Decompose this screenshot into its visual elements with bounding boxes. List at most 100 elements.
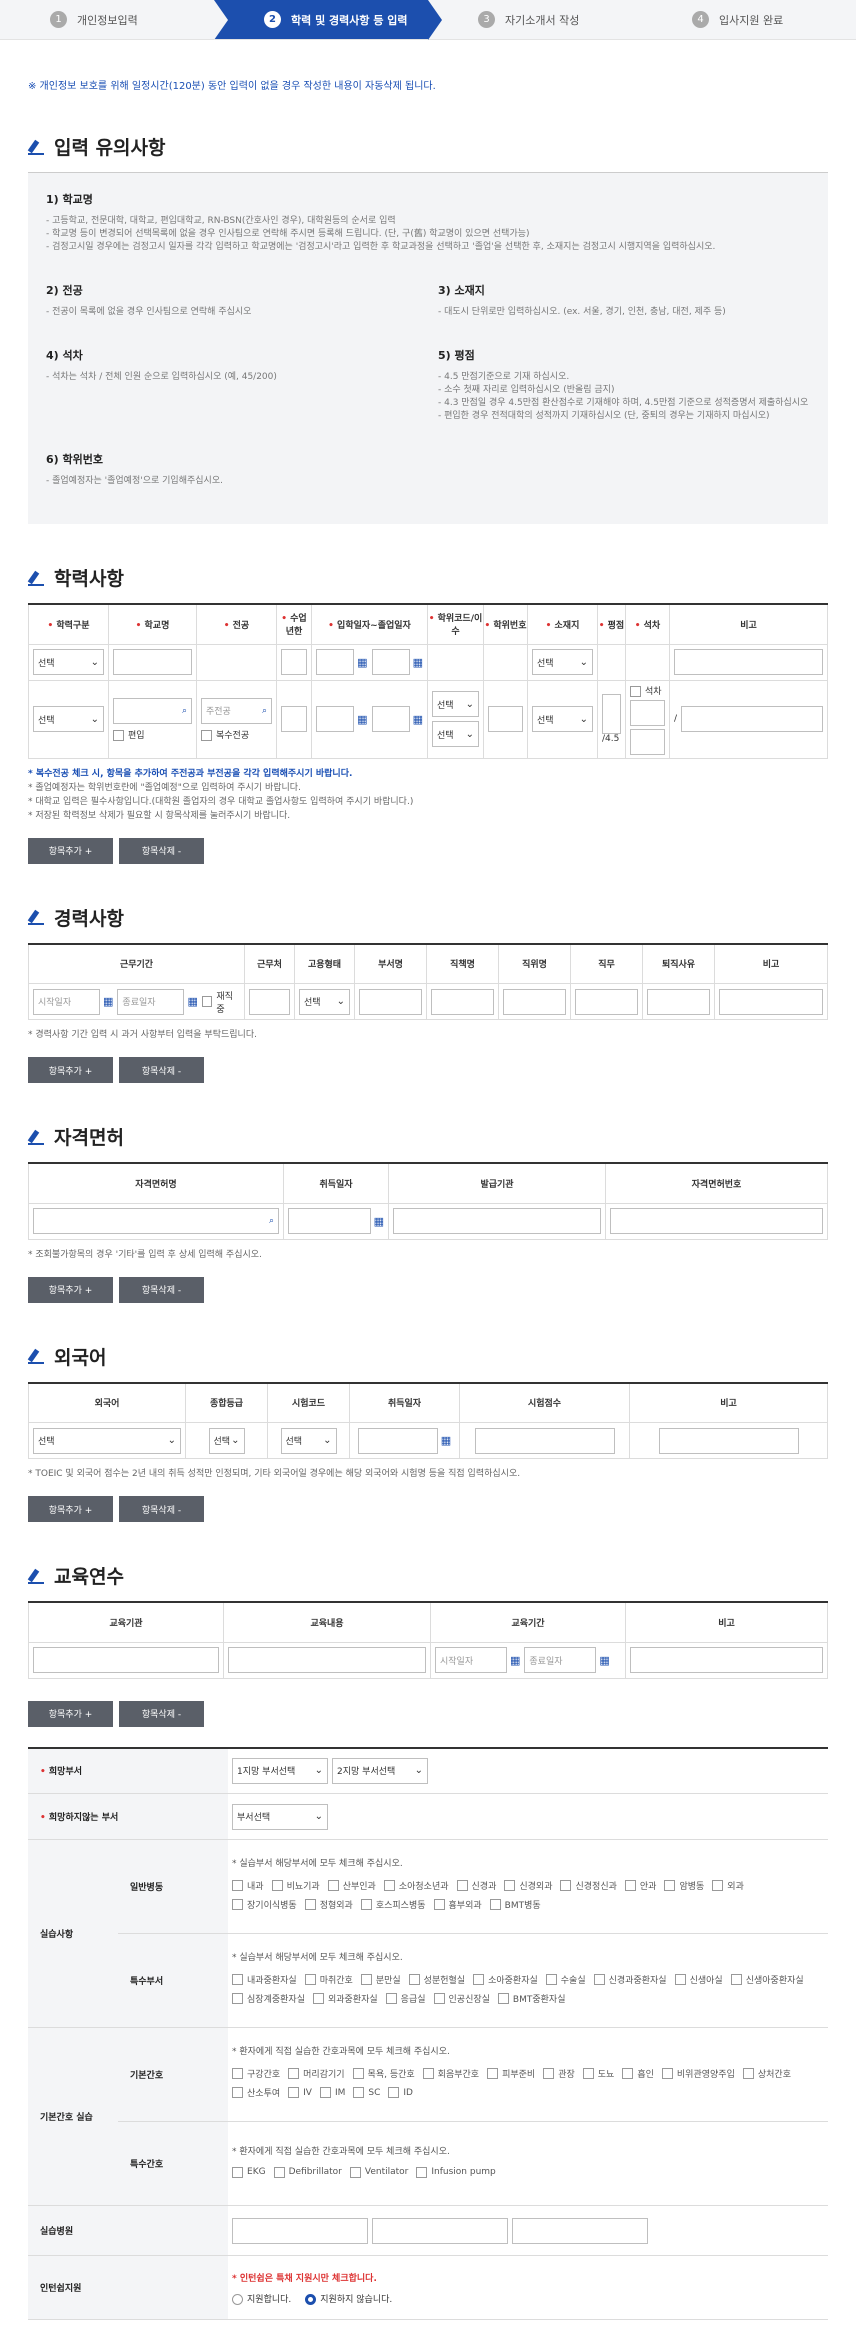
hospital-input-3[interactable] <box>512 2217 649 2244</box>
add-lang-button[interactable]: 항목추가 + <box>28 1496 113 1522</box>
degree-select[interactable]: 선택 <box>432 691 479 717</box>
checkbox[interactable] <box>304 1974 316 1985</box>
workplace-input[interactable] <box>249 988 290 1015</box>
practice-option[interactable]: 내과중환자실 <box>232 1973 297 1986</box>
hospital-input-1[interactable] <box>232 2217 369 2244</box>
practice-option[interactable]: Infusion pump <box>416 2166 496 2178</box>
practice-option[interactable]: 산소투여 <box>232 2086 280 2099</box>
checkbox[interactable] <box>433 1899 445 1910</box>
entry-date[interactable] <box>316 706 355 732</box>
career-remark-input[interactable] <box>719 988 823 1015</box>
practice-option[interactable]: 피부준비 <box>487 2067 535 2080</box>
practice-option[interactable]: 목욕, 등간호 <box>352 2067 415 2080</box>
training-end[interactable]: 종료일자 <box>524 1647 597 1673</box>
checkbox[interactable] <box>489 1899 501 1910</box>
checkbox[interactable] <box>473 1974 485 1985</box>
add-career-button[interactable]: 항목추가 + <box>28 1057 113 1083</box>
practice-option[interactable]: 외과중환자실 <box>312 1992 378 2005</box>
practice-option[interactable]: 머리감기기 <box>288 2067 345 2080</box>
double-major-checkbox[interactable] <box>201 729 212 741</box>
checkbox[interactable] <box>232 1974 244 1985</box>
school-input[interactable] <box>113 649 192 675</box>
school-search[interactable]: ⌕ <box>113 697 192 724</box>
calendar-icon[interactable]: ▦ <box>441 1434 451 1447</box>
checkbox[interactable] <box>593 1974 605 1985</box>
checkbox[interactable] <box>497 1993 509 2004</box>
calendar-icon[interactable]: ▦ <box>374 1215 384 1228</box>
checkbox[interactable] <box>742 2068 754 2079</box>
practice-option[interactable]: IM <box>319 2087 345 2098</box>
calendar-icon[interactable]: ▦ <box>357 656 367 669</box>
region-select[interactable]: 선택 <box>532 649 593 675</box>
checkbox[interactable] <box>232 1899 244 1910</box>
license-search[interactable]: ⌕ <box>33 1208 279 1234</box>
grad-date[interactable] <box>371 706 410 732</box>
checkbox[interactable] <box>582 2068 594 2079</box>
checkbox[interactable] <box>422 2068 434 2079</box>
practice-option[interactable]: 신생아중환자실 <box>730 1973 804 1986</box>
rank-checkbox[interactable] <box>630 685 641 697</box>
practice-option[interactable]: 회음부간호 <box>422 2067 479 2080</box>
practice-option[interactable]: 외과 <box>712 1879 744 1892</box>
degree-no-input[interactable] <box>488 706 523 732</box>
language-select[interactable]: 선택 <box>33 1427 181 1454</box>
practice-option[interactable]: 호스피스병동 <box>360 1898 426 1911</box>
years-input[interactable] <box>281 706 307 732</box>
practice-option[interactable]: Defibrillator <box>273 2166 342 2178</box>
practice-option[interactable]: 흡인 <box>622 2067 654 2080</box>
practice-option[interactable]: SC <box>353 2087 380 2098</box>
region-select[interactable]: 선택 <box>532 706 593 732</box>
practice-option[interactable]: BMT병동 <box>489 1898 541 1911</box>
practice-option[interactable]: 인공신장실 <box>433 1992 490 2005</box>
department-input[interactable] <box>359 988 422 1015</box>
leave-reason-input[interactable] <box>647 988 710 1015</box>
intern-yes-radio[interactable] <box>232 2293 244 2305</box>
checkbox[interactable] <box>712 1880 724 1891</box>
employment-type-select[interactable]: 선택 <box>299 988 350 1015</box>
lang-remark-input[interactable] <box>658 1427 799 1454</box>
practice-option[interactable]: 내과 <box>232 1879 264 1892</box>
practice-option[interactable]: 관장 <box>543 2067 575 2080</box>
remark-input[interactable] <box>674 649 823 675</box>
checkbox[interactable] <box>232 2087 244 2098</box>
practice-option[interactable]: 신경과중환자실 <box>593 1973 667 1986</box>
checkbox[interactable] <box>327 1880 339 1891</box>
edu-type-select[interactable]: 선택 <box>33 706 104 732</box>
grad-date[interactable] <box>371 649 410 675</box>
practice-option[interactable]: 비위관영양주입 <box>661 2067 735 2080</box>
practice-option[interactable]: 신경외과 <box>504 1879 552 1892</box>
delete-education-button[interactable]: 항목삭제 - <box>119 837 204 864</box>
hope2-select[interactable]: 2지망 부서선택 <box>332 1757 429 1784</box>
checkbox[interactable] <box>304 1899 316 1910</box>
remark-input[interactable] <box>681 706 823 732</box>
position-input[interactable] <box>431 988 494 1015</box>
gpa-input[interactable] <box>602 694 621 734</box>
rank-input[interactable] <box>630 699 665 726</box>
checkbox[interactable] <box>288 2068 300 2079</box>
completion-select[interactable]: 선택 <box>432 721 479 747</box>
checkbox[interactable] <box>674 1974 686 1985</box>
test-code-select[interactable]: 선택 <box>280 1427 337 1454</box>
hope1-select[interactable]: 1지망 부서선택 <box>232 1757 329 1784</box>
practice-option[interactable]: 수술실 <box>545 1973 586 1986</box>
practice-option[interactable]: 응급실 <box>385 1992 426 2005</box>
checkbox[interactable] <box>388 2087 400 2098</box>
checkbox[interactable] <box>408 1974 420 1985</box>
practice-option[interactable]: 비뇨기과 <box>271 1879 320 1892</box>
practice-option[interactable]: 소아청소년과 <box>383 1879 449 1892</box>
years-input[interactable] <box>281 649 307 675</box>
license-date[interactable] <box>288 1208 371 1234</box>
checkbox[interactable] <box>312 1993 324 2004</box>
training-remark-input[interactable] <box>630 1647 823 1673</box>
add-license-button[interactable]: 항목추가 + <box>28 1276 113 1303</box>
practice-option[interactable]: 신경과 <box>456 1879 496 1892</box>
entry-date[interactable] <box>316 649 355 675</box>
checkbox[interactable] <box>273 2166 285 2178</box>
career-start-date[interactable]: 시작일자 <box>33 988 101 1015</box>
practice-option[interactable]: 상처간호 <box>742 2067 791 2080</box>
checkbox[interactable] <box>383 1880 395 1891</box>
checkbox[interactable] <box>487 2068 499 2079</box>
practice-option[interactable]: 산부인과 <box>327 1879 376 1892</box>
calendar-icon[interactable]: ▦ <box>413 656 423 669</box>
current-checkbox[interactable] <box>201 996 213 1007</box>
